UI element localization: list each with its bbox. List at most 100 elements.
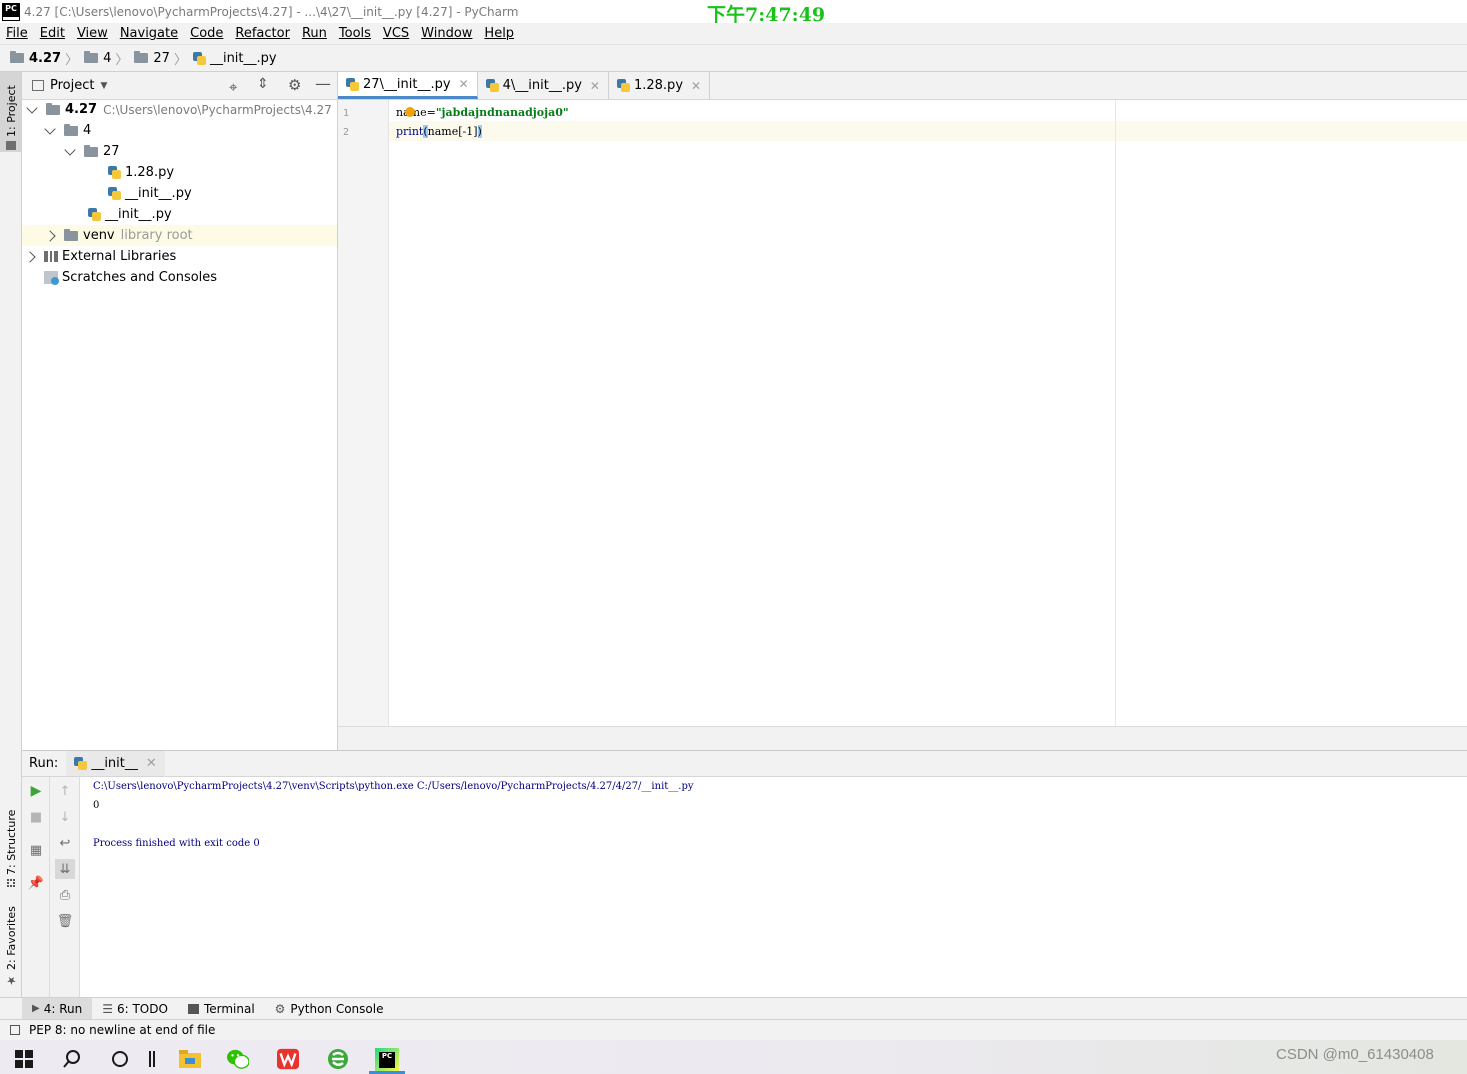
code-line-1[interactable]: name="jabdajndnanadjoja0" bbox=[396, 106, 569, 119]
tab-128[interactable]: 1.28.py ✕ bbox=[609, 72, 711, 99]
line-number-gutter: 1 2 bbox=[338, 100, 389, 726]
python-file-icon bbox=[108, 187, 121, 200]
folder-icon bbox=[64, 123, 78, 136]
tab-favorites[interactable]: ★ 2: Favorites bbox=[5, 905, 18, 987]
soft-wrap-icon[interactable]: ↩ bbox=[55, 833, 75, 853]
tool-windows-toggle-icon[interactable] bbox=[10, 1025, 20, 1035]
tab-todo[interactable]: ☰ 6: TODO bbox=[92, 998, 178, 1020]
menu-window[interactable]: Window bbox=[421, 26, 472, 41]
chevron-down-icon[interactable]: ▼ bbox=[100, 81, 107, 91]
tab-project[interactable]: 1: Project bbox=[5, 80, 18, 150]
tree-item-file-init-4[interactable]: __init__.py bbox=[88, 204, 172, 225]
project-panel: Project ▼ ⌖ ⇕ ⚙ — 4.27 C:\Users\lenovo\P… bbox=[22, 72, 338, 750]
breadcrumb-item-file[interactable]: __init__.py bbox=[210, 51, 277, 66]
python-file-icon bbox=[108, 166, 121, 179]
arrow-up-icon[interactable]: ↑ bbox=[55, 781, 75, 801]
tree-file-label: 1.28.py bbox=[125, 165, 175, 180]
menu-refactor[interactable]: Refactor bbox=[235, 26, 290, 41]
rerun-icon[interactable]: ▶ bbox=[26, 781, 46, 801]
menu-file[interactable]: File bbox=[6, 26, 28, 41]
stop-icon[interactable]: ■ bbox=[26, 807, 46, 827]
tab-structure[interactable]: 7: Structure bbox=[5, 805, 18, 887]
status-message: PEP 8: no newline at end of file bbox=[29, 1023, 216, 1037]
python-file-icon bbox=[74, 757, 88, 770]
csdn-watermark: CSDN @m0_61430408 bbox=[1276, 1046, 1434, 1063]
chevron-down-icon[interactable] bbox=[26, 101, 38, 114]
pin-icon[interactable]: 📌 bbox=[26, 873, 46, 893]
file-explorer-icon[interactable] bbox=[179, 1048, 201, 1070]
project-view-selector[interactable]: Project bbox=[50, 78, 94, 93]
close-icon[interactable]: ✕ bbox=[146, 756, 157, 771]
tab-4-init[interactable]: 4\__init__.py ✕ bbox=[478, 72, 609, 99]
python-file-icon bbox=[485, 79, 499, 92]
horizontal-scrollbar[interactable] bbox=[338, 726, 1467, 750]
tab-python-console-label: Python Console bbox=[290, 1001, 384, 1016]
tab-run[interactable]: ▶ 4: Run bbox=[22, 997, 93, 1020]
pycharm-taskbar-icon[interactable]: PC bbox=[375, 1048, 399, 1072]
tree-item-folder-27[interactable]: 27 bbox=[64, 141, 120, 162]
tree-venv-label: venv bbox=[83, 228, 115, 243]
search-icon[interactable] bbox=[61, 1048, 83, 1070]
intention-bulb-icon[interactable] bbox=[405, 107, 415, 117]
tree-item-scratches[interactable]: Scratches and Consoles bbox=[44, 267, 217, 288]
library-icon bbox=[44, 251, 58, 262]
right-margin-guide bbox=[1115, 100, 1116, 726]
menu-help[interactable]: Help bbox=[484, 26, 514, 41]
tree-item-root[interactable]: 4.27 C:\Users\lenovo\PycharmProjects\4.2… bbox=[26, 99, 332, 120]
chevron-right-icon: 〉 bbox=[65, 52, 79, 68]
tab-python-console[interactable]: ⚙ Python Console bbox=[265, 998, 394, 1020]
locate-icon[interactable]: ⌖ bbox=[229, 78, 237, 96]
folder-icon bbox=[46, 102, 60, 115]
menu-edit[interactable]: Edit bbox=[40, 26, 65, 41]
close-icon[interactable]: ✕ bbox=[691, 79, 701, 93]
folder-icon bbox=[134, 51, 149, 63]
cortana-icon[interactable] bbox=[109, 1048, 131, 1070]
taskbar bbox=[0, 1040, 1467, 1074]
chevron-down-icon[interactable] bbox=[44, 122, 56, 135]
task-view-icon[interactable] bbox=[141, 1048, 163, 1070]
chevron-right-icon[interactable] bbox=[24, 250, 36, 263]
tree-item-file-init-27[interactable]: __init__.py bbox=[108, 183, 192, 204]
console-exit-message: Process finished with exit code 0 bbox=[93, 838, 260, 849]
line-number: 1 bbox=[343, 108, 350, 119]
run-panel: Run: __init__ ✕ ▶ ■ ▦ 📌 ↑ ↓ ↩ ⇊ ⎙ 🗑 C:\U… bbox=[22, 750, 1467, 998]
menu-code[interactable]: Code bbox=[190, 26, 223, 41]
minimize-icon[interactable]: — bbox=[315, 74, 331, 93]
current-line-highlight bbox=[389, 121, 1467, 141]
tab-27-init[interactable]: 27\__init__.py ✕ bbox=[338, 72, 478, 99]
windows-start-icon[interactable] bbox=[13, 1048, 35, 1070]
menu-tools[interactable]: Tools bbox=[339, 26, 371, 41]
arrow-down-icon[interactable]: ↓ bbox=[55, 807, 75, 827]
tree-item-file-128[interactable]: 1.28.py bbox=[108, 162, 174, 183]
run-tab-label: __init__ bbox=[91, 756, 138, 771]
wechat-icon[interactable] bbox=[227, 1048, 249, 1070]
editor-tabs: 27\__init__.py ✕ 4\__init__.py ✕ 1.28.py… bbox=[338, 72, 1467, 100]
layout-icon[interactable]: ▦ bbox=[26, 840, 46, 860]
menu-run[interactable]: Run bbox=[302, 26, 327, 41]
scroll-to-end-icon[interactable]: ⇊ bbox=[55, 859, 75, 879]
menu-vcs[interactable]: VCS bbox=[383, 26, 409, 41]
tab-terminal-label: Terminal bbox=[203, 1001, 255, 1016]
menu-navigate[interactable]: Navigate bbox=[120, 26, 178, 41]
wps-office-icon[interactable] bbox=[277, 1048, 299, 1070]
browser-icon[interactable] bbox=[327, 1048, 349, 1070]
tab-terminal[interactable]: Terminal bbox=[178, 998, 265, 1020]
code-line-2[interactable]: print(name[-1]) bbox=[396, 125, 482, 138]
chevron-right-icon[interactable] bbox=[44, 229, 56, 242]
tree-item-folder-4[interactable]: 4 bbox=[44, 120, 91, 141]
tree-item-venv[interactable]: venv library root bbox=[44, 225, 193, 246]
star-icon: ★ bbox=[5, 974, 18, 987]
tree-item-external-libraries[interactable]: External Libraries bbox=[24, 246, 176, 267]
chevron-down-icon[interactable] bbox=[64, 143, 76, 156]
breadcrumb-item-4[interactable]: 4 bbox=[103, 51, 111, 66]
breadcrumb-item-27[interactable]: 27 bbox=[153, 51, 170, 66]
breadcrumb-item-root[interactable]: 4.27 bbox=[29, 51, 61, 66]
run-tab-init[interactable]: __init__ ✕ bbox=[66, 751, 165, 776]
menu-view[interactable]: View bbox=[77, 26, 108, 41]
trash-icon[interactable]: 🗑 bbox=[55, 911, 75, 931]
close-icon[interactable]: ✕ bbox=[459, 77, 469, 91]
print-icon[interactable]: ⎙ bbox=[55, 885, 75, 905]
close-icon[interactable]: ✕ bbox=[590, 79, 600, 93]
collapse-all-icon[interactable]: ⇕ bbox=[257, 76, 269, 92]
gear-icon[interactable]: ⚙ bbox=[288, 76, 301, 94]
